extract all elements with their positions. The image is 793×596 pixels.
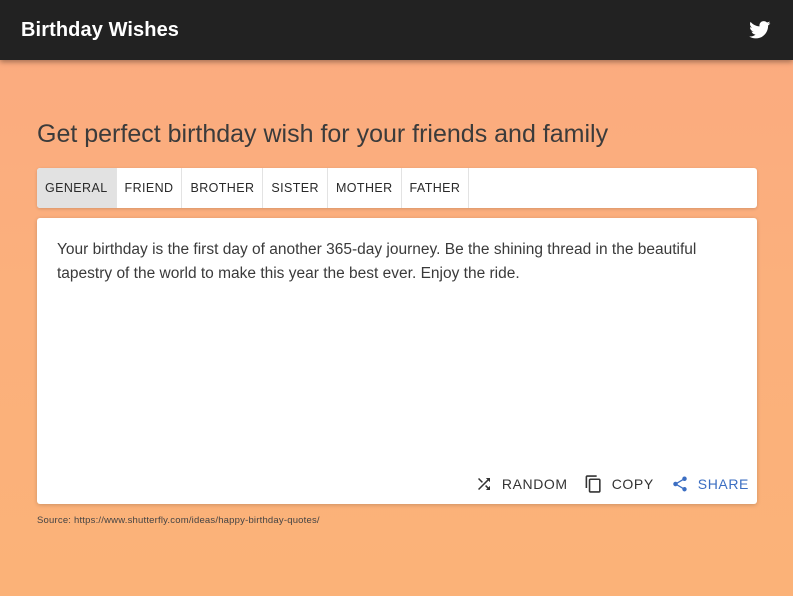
share-label: SHARE (697, 476, 749, 492)
copy-button[interactable]: COPY (584, 474, 654, 494)
share-button[interactable]: SHARE (670, 474, 749, 494)
random-label: RANDOM (501, 476, 568, 492)
source-attribution: Source: https://www.shutterfly.com/ideas… (37, 515, 320, 526)
shuffle-icon (474, 474, 494, 494)
category-tabs: GENERAL FRIEND BROTHER SISTER MOTHER FAT… (37, 168, 757, 208)
tab-friend[interactable]: FRIEND (117, 168, 183, 208)
tab-general[interactable]: GENERAL (37, 168, 117, 208)
tab-sister[interactable]: SISTER (263, 168, 328, 208)
twitter-icon[interactable] (749, 19, 771, 41)
wish-card: Your birthday is the first day of anothe… (37, 218, 757, 504)
random-button[interactable]: RANDOM (474, 474, 568, 494)
app-title: Birthday Wishes (21, 18, 180, 41)
tab-father[interactable]: FATHER (402, 168, 470, 208)
tab-mother[interactable]: MOTHER (328, 168, 402, 208)
copy-label: COPY (611, 476, 654, 492)
app-bar: Birthday Wishes (0, 0, 793, 60)
copy-icon (584, 474, 604, 494)
page-headline: Get perfect birthday wish for your frien… (37, 120, 609, 148)
card-actions: RANDOM COPY SHARE (458, 473, 749, 495)
share-icon (670, 474, 690, 494)
tab-brother[interactable]: BROTHER (182, 168, 264, 208)
wish-text: Your birthday is the first day of anothe… (57, 241, 697, 282)
